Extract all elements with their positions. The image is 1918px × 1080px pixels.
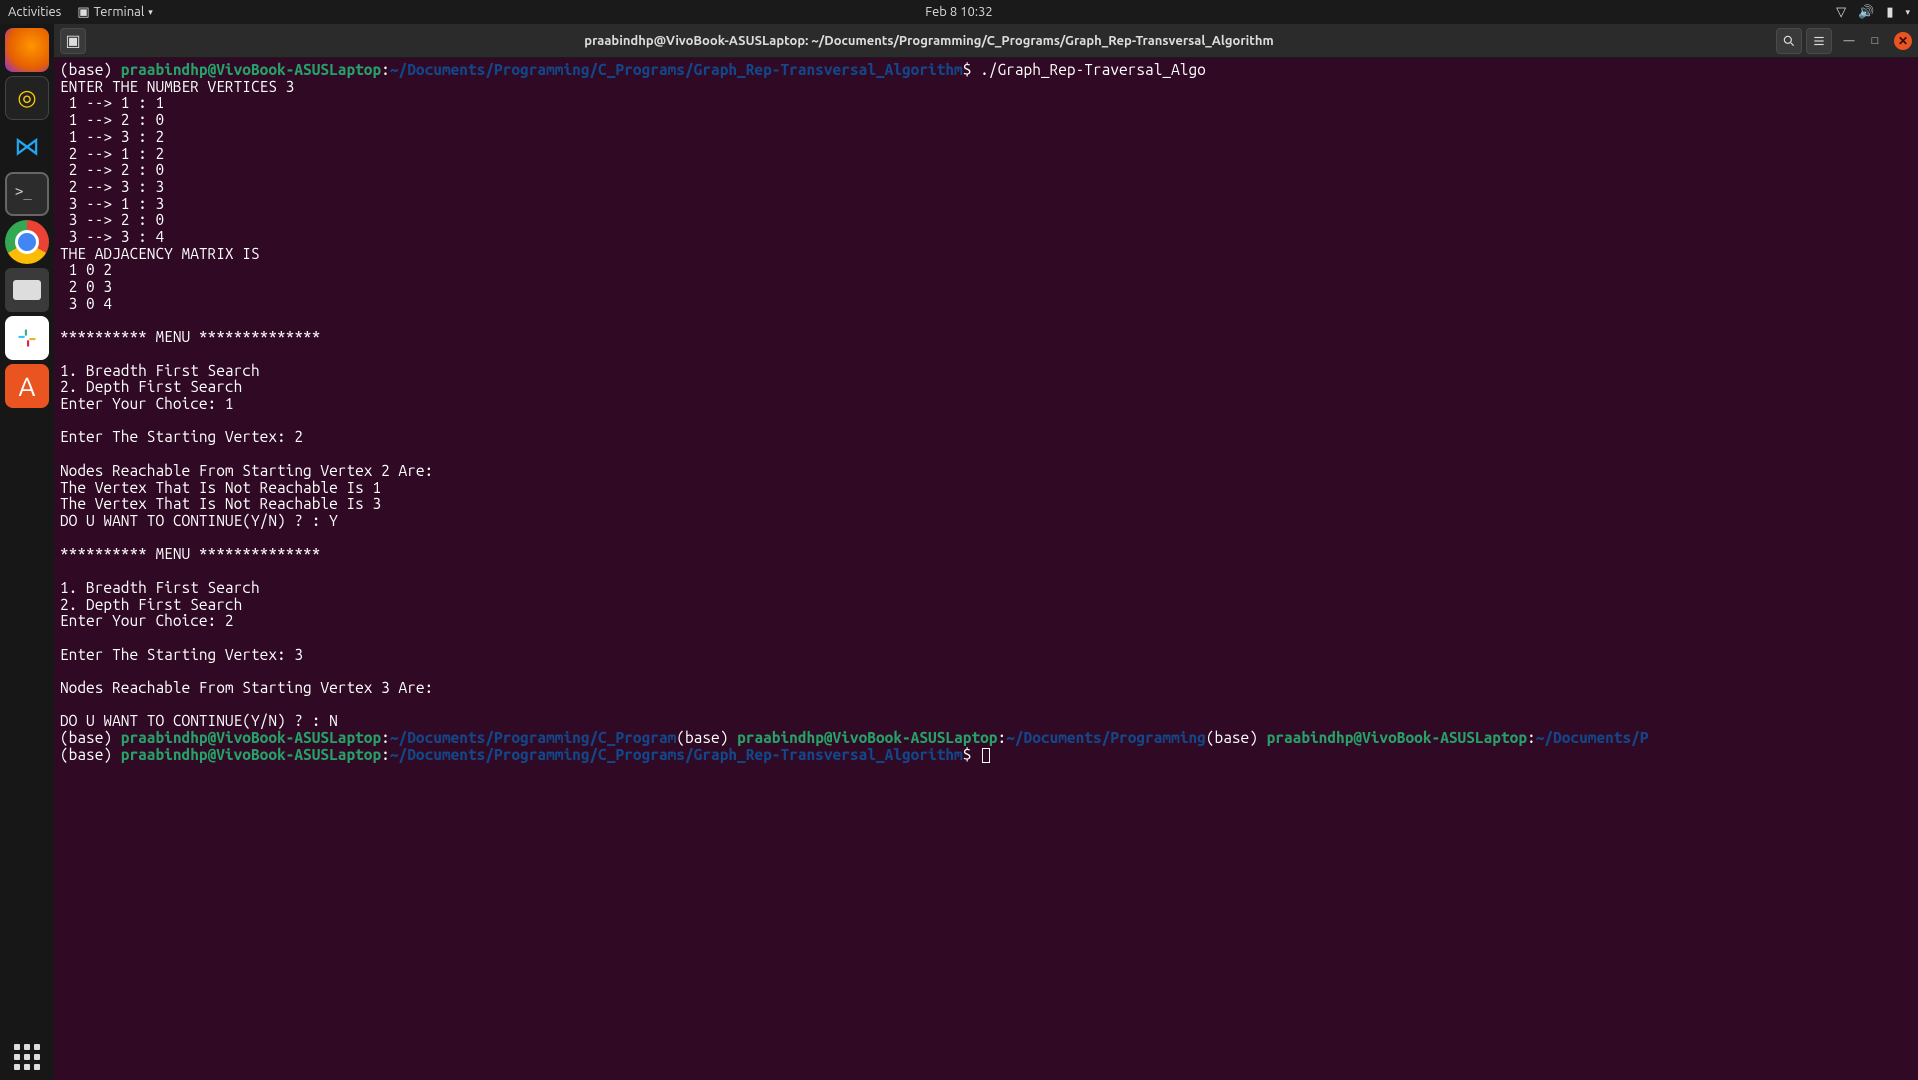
activities-button[interactable]: Activities bbox=[8, 5, 61, 19]
app-menu-label: Terminal bbox=[94, 5, 145, 19]
volume-icon[interactable]: 🔊 bbox=[1858, 5, 1874, 20]
show-applications-icon[interactable] bbox=[14, 1044, 40, 1070]
prompt-path: ~/Documents/Programming/C_Programs/Graph… bbox=[390, 61, 963, 78]
system-menu-chevron-icon[interactable]: ▾ bbox=[1905, 7, 1910, 18]
battery-icon[interactable]: ▮ bbox=[1886, 5, 1893, 20]
window-titlebar: ▣ praabindhp@VivoBook-ASUSLaptop: ~/Docu… bbox=[54, 24, 1918, 58]
prompt-env: (base) bbox=[60, 61, 121, 78]
hamburger-menu-button[interactable] bbox=[1806, 28, 1832, 54]
dock-firefox-icon[interactable] bbox=[5, 28, 49, 72]
command-text: ./Graph_Rep-Traversal_Algo bbox=[980, 61, 1206, 78]
dock-slack-icon[interactable] bbox=[5, 316, 49, 360]
window-title: praabindhp@VivoBook-ASUSLaptop: ~/Docume… bbox=[86, 34, 1772, 48]
close-button[interactable]: ✕ bbox=[1894, 32, 1912, 50]
new-tab-button[interactable]: ▣ bbox=[60, 28, 86, 54]
app-menu[interactable]: ▣ Terminal ▾ bbox=[77, 5, 152, 20]
dock: ◎ ⋈ A bbox=[0, 24, 54, 1080]
dock-software-icon[interactable]: A bbox=[5, 364, 49, 408]
dock-terminal-icon[interactable] bbox=[5, 172, 49, 216]
network-icon[interactable]: ▽ bbox=[1836, 5, 1846, 20]
hamburger-icon bbox=[1812, 34, 1826, 48]
maximize-button[interactable]: □ bbox=[1868, 34, 1882, 48]
terminal-window: ▣ praabindhp@VivoBook-ASUSLaptop: ~/Docu… bbox=[54, 24, 1918, 1080]
dock-rhythmbox-icon[interactable]: ◎ bbox=[5, 76, 49, 120]
chevron-down-icon: ▾ bbox=[148, 7, 153, 18]
terminal-output[interactable]: (base) praabindhp@VivoBook-ASUSLaptop:~/… bbox=[54, 58, 1918, 1080]
dock-files-icon[interactable] bbox=[5, 268, 49, 312]
search-icon bbox=[1782, 34, 1796, 48]
dock-chrome-icon[interactable] bbox=[5, 220, 49, 264]
prompt-userhost: praabindhp@VivoBook-ASUSLaptop bbox=[121, 61, 381, 78]
terminal-topbar-icon: ▣ bbox=[77, 5, 89, 20]
dock-vscode-icon[interactable]: ⋈ bbox=[5, 124, 49, 168]
clock[interactable]: Feb 8 10:32 bbox=[925, 5, 992, 19]
system-topbar: Activities ▣ Terminal ▾ Feb 8 10:32 ▽ 🔊 … bbox=[0, 0, 1918, 24]
cursor bbox=[982, 748, 990, 763]
minimize-button[interactable]: — bbox=[1842, 34, 1856, 48]
search-button[interactable] bbox=[1776, 28, 1802, 54]
